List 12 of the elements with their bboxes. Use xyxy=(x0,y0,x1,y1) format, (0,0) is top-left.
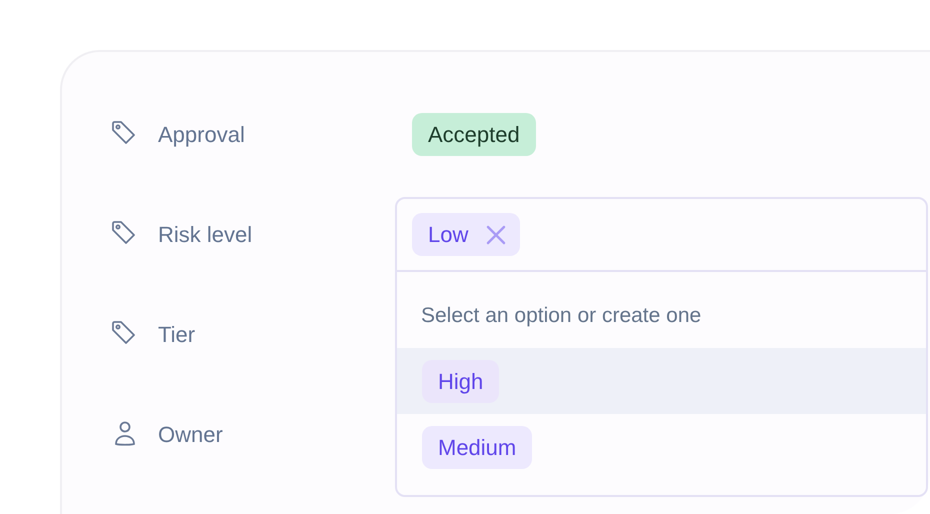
property-label: Tier xyxy=(158,320,196,348)
status-tag: Accepted xyxy=(412,112,536,156)
selected-tag: Low xyxy=(412,213,520,256)
close-icon[interactable] xyxy=(486,224,506,244)
property-label: Owner xyxy=(158,420,223,448)
property-label: Approval xyxy=(158,120,245,149)
option-tag: High xyxy=(422,360,500,402)
hint-text: Select an option or create one xyxy=(421,304,702,327)
option-row[interactable]: High xyxy=(397,348,926,414)
option-row[interactable]: Medium xyxy=(397,414,926,480)
property-label: Risk level xyxy=(158,220,252,248)
option-tag: Medium xyxy=(422,426,532,468)
